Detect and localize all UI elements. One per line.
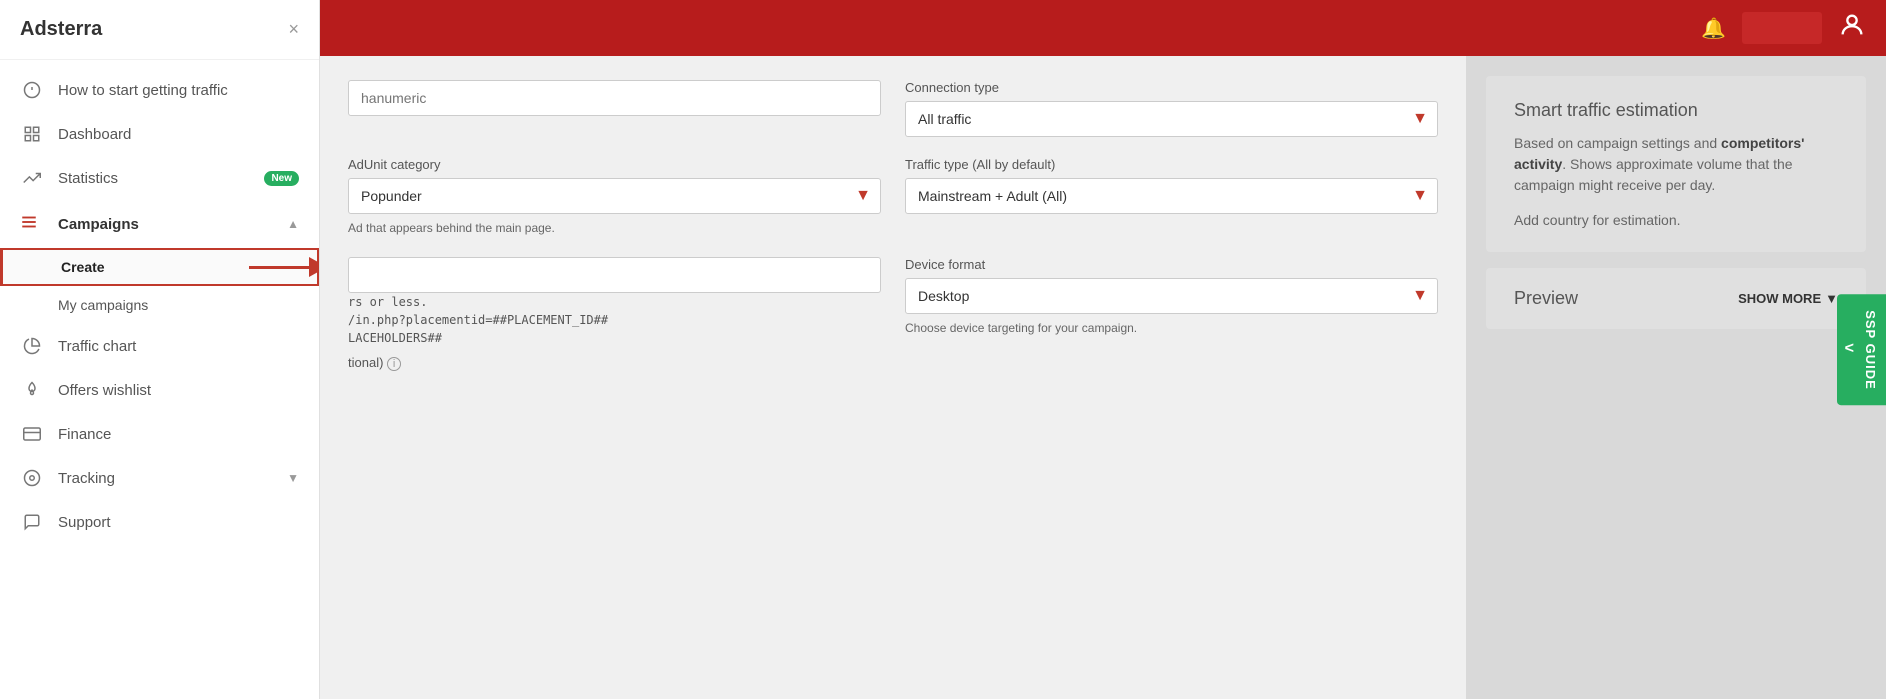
estimation-note: Add country for estimation. bbox=[1514, 212, 1838, 228]
preview-title: Preview bbox=[1514, 288, 1578, 309]
sidebar-item-my-campaigns[interactable]: My campaigns bbox=[0, 286, 319, 324]
estimation-card: Smart traffic estimation Based on campai… bbox=[1486, 76, 1866, 252]
device-hint: Choose device targeting for your campaig… bbox=[905, 320, 1438, 337]
user-avatar-icon[interactable] bbox=[1838, 11, 1866, 45]
trending-up-icon bbox=[20, 169, 44, 187]
url-input[interactable] bbox=[348, 257, 881, 293]
sidebar-section-campaigns[interactable]: Campaigns ▲ bbox=[0, 200, 319, 248]
adunit-select[interactable]: Popunder bbox=[348, 178, 881, 214]
sidebar-nav: How to start getting traffic Dashboard S… bbox=[0, 60, 319, 699]
form-group-alphanumeric bbox=[348, 80, 881, 116]
alphanumeric-input[interactable] bbox=[348, 80, 881, 116]
topbar: 🔔 bbox=[320, 0, 1886, 56]
adunit-wrapper: Popunder ▼ bbox=[348, 178, 881, 214]
url-code: rs or less. /in.php?placementid=##PLACEM… bbox=[348, 293, 881, 347]
show-more-button[interactable]: SHOW MORE ▼ bbox=[1738, 291, 1838, 306]
message-square-icon bbox=[20, 513, 44, 531]
new-badge: New bbox=[264, 171, 299, 186]
app-logo: Adsterra bbox=[20, 18, 102, 41]
content-area: Connection type All traffic ▼ AdUnit cat… bbox=[320, 56, 1886, 699]
form-row-2: AdUnit category Popunder ▼ Ad that appea… bbox=[348, 157, 1438, 237]
chevron-up-icon: ▲ bbox=[287, 217, 299, 231]
sidebar-item-label: Traffic chart bbox=[58, 338, 299, 355]
sidebar-item-statistics[interactable]: Statistics New bbox=[0, 156, 319, 200]
flame-icon bbox=[20, 381, 44, 399]
adunit-label: AdUnit category bbox=[348, 157, 881, 172]
estimation-desc: Based on campaign settings and competito… bbox=[1514, 133, 1838, 196]
device-format-wrapper: Desktop ▼ bbox=[905, 278, 1438, 314]
info-icon[interactable]: i bbox=[387, 357, 401, 371]
sidebar-item-label: Support bbox=[58, 514, 299, 531]
form-row-1: Connection type All traffic ▼ bbox=[348, 80, 1438, 137]
form-group-adunit: AdUnit category Popunder ▼ Ad that appea… bbox=[348, 157, 881, 237]
sidebar-item-label: Finance bbox=[58, 426, 299, 443]
connection-type-wrapper: All traffic ▼ bbox=[905, 101, 1438, 137]
form-row-3: rs or less. /in.php?placementid=##PLACEM… bbox=[348, 257, 1438, 371]
form-group-traffic-type: Traffic type (All by default) Mainstream… bbox=[905, 157, 1438, 214]
estimation-title: Smart traffic estimation bbox=[1514, 100, 1838, 121]
right-panel: Smart traffic estimation Based on campai… bbox=[1466, 56, 1886, 699]
tracking-icon bbox=[20, 469, 44, 487]
bell-icon[interactable]: 🔔 bbox=[1701, 16, 1726, 41]
sidebar-item-label: Dashboard bbox=[58, 126, 299, 143]
traffic-type-select[interactable]: Mainstream + Adult (All) bbox=[905, 178, 1438, 214]
form-panel: Connection type All traffic ▼ AdUnit cat… bbox=[320, 56, 1466, 699]
ssp-guide-label: SSP GUIDE bbox=[1863, 310, 1878, 390]
close-icon[interactable]: × bbox=[288, 19, 299, 40]
credit-card-icon bbox=[20, 425, 44, 443]
form-group-connection-type: Connection type All traffic ▼ bbox=[905, 80, 1438, 137]
sidebar: Adsterra × How to start getting traffic … bbox=[0, 0, 320, 699]
sidebar-item-tracking[interactable]: Tracking ▼ bbox=[0, 456, 319, 500]
connection-type-select[interactable]: All traffic bbox=[905, 101, 1438, 137]
sidebar-item-create[interactable]: Create bbox=[0, 248, 319, 286]
form-group-url: rs or less. /in.php?placementid=##PLACEM… bbox=[348, 257, 881, 371]
alert-circle-icon bbox=[20, 81, 44, 99]
sidebar-item-offers-wishlist[interactable]: Offers wishlist bbox=[0, 368, 319, 412]
sidebar-item-finance[interactable]: Finance bbox=[0, 412, 319, 456]
sidebar-item-support[interactable]: Support bbox=[0, 500, 319, 544]
main-content: 🔔 Connection type All traffic bbox=[320, 0, 1886, 699]
sidebar-item-dashboard[interactable]: Dashboard bbox=[0, 112, 319, 156]
grid-icon bbox=[20, 125, 44, 143]
sidebar-item-label: How to start getting traffic bbox=[58, 82, 299, 99]
ssp-guide-chevron: < bbox=[1845, 341, 1855, 359]
preview-card: Preview SHOW MORE ▼ bbox=[1486, 268, 1866, 329]
chevron-down-icon: ▼ bbox=[287, 471, 299, 485]
device-format-label: Device format bbox=[905, 257, 1438, 272]
topbar-button[interactable] bbox=[1742, 12, 1822, 44]
create-label: Create bbox=[61, 259, 105, 275]
sidebar-item-label: Statistics bbox=[58, 170, 256, 187]
form-group-device: Device format Desktop ▼ Choose device ta… bbox=[905, 257, 1438, 337]
sidebar-item-label: Tracking bbox=[58, 470, 287, 487]
optional-label: tional) i bbox=[348, 355, 881, 371]
pie-chart-icon bbox=[20, 337, 44, 355]
campaigns-label: Campaigns bbox=[58, 216, 287, 233]
list-icon bbox=[20, 213, 44, 235]
sidebar-item-label: Offers wishlist bbox=[58, 382, 299, 399]
traffic-type-wrapper: Mainstream + Adult (All) ▼ bbox=[905, 178, 1438, 214]
sidebar-header: Adsterra × bbox=[0, 0, 319, 60]
device-format-select[interactable]: Desktop bbox=[905, 278, 1438, 314]
sidebar-item-traffic-chart[interactable]: Traffic chart bbox=[0, 324, 319, 368]
adunit-hint: Ad that appears behind the main page. bbox=[348, 220, 881, 237]
connection-type-label: Connection type bbox=[905, 80, 1438, 95]
ssp-guide-tab[interactable]: SSP GUIDE < bbox=[1837, 294, 1886, 406]
traffic-type-label: Traffic type (All by default) bbox=[905, 157, 1438, 172]
sidebar-item-how-to-start[interactable]: How to start getting traffic bbox=[0, 68, 319, 112]
my-campaigns-label: My campaigns bbox=[58, 297, 148, 313]
